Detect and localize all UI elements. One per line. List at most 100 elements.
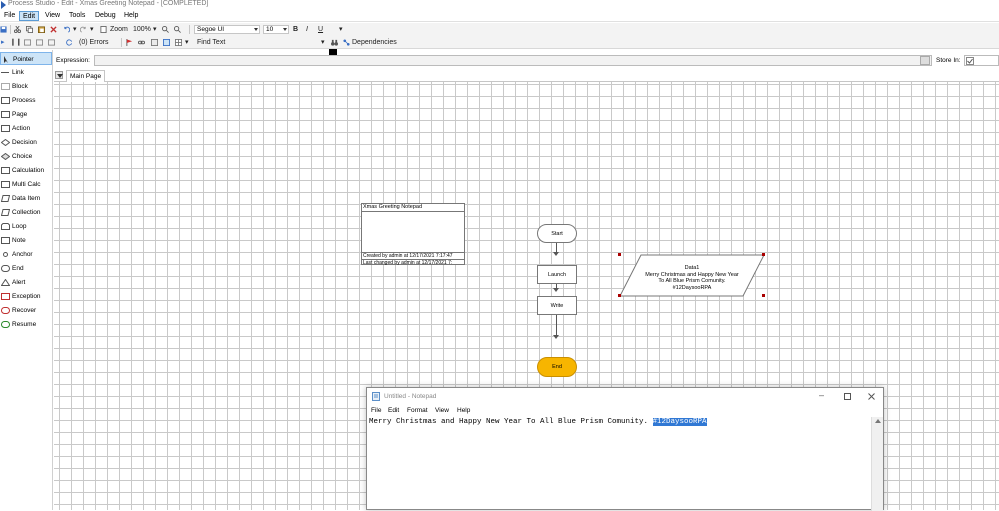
- maximize-icon[interactable]: [844, 393, 851, 400]
- loop-icon: [1, 223, 10, 230]
- toolbox-data-item[interactable]: Data Item: [0, 192, 52, 205]
- font-color-dropdown-icon[interactable]: ▾: [339, 25, 343, 34]
- data-item-icon: [1, 195, 10, 202]
- toolbox-end[interactable]: End: [0, 262, 52, 275]
- font-size-select[interactable]: 10: [263, 25, 289, 34]
- toolbox-calculation[interactable]: Calculation: [0, 164, 52, 177]
- toolbox-decision[interactable]: Decision: [0, 136, 52, 149]
- dependencies-button[interactable]: Dependencies: [352, 38, 397, 47]
- menu-tools[interactable]: Tools: [66, 11, 88, 21]
- underline-button[interactable]: U: [318, 25, 323, 34]
- selection-handle[interactable]: [618, 294, 621, 297]
- save-icon[interactable]: [0, 26, 7, 33]
- zoom-value[interactable]: 100%: [133, 25, 151, 34]
- chevron-down-icon: [254, 28, 258, 31]
- expression-bar: Expression: Store In:: [54, 54, 999, 68]
- refresh-icon[interactable]: [66, 39, 73, 46]
- flag-icon[interactable]: [126, 39, 133, 46]
- delete-icon[interactable]: [50, 26, 57, 33]
- toolbox-recover[interactable]: Recover: [0, 304, 52, 317]
- grid-dropdown-icon[interactable]: ▾: [185, 38, 189, 47]
- run-icon[interactable]: ▸: [1, 38, 5, 47]
- toolbox-block[interactable]: Block: [0, 80, 52, 93]
- snap-icon[interactable]: [163, 39, 170, 46]
- toolbox-multi-calc[interactable]: Multi Calc: [0, 178, 52, 191]
- toolbox-exception[interactable]: Exception: [0, 290, 52, 303]
- link-icon[interactable]: [138, 39, 145, 46]
- redo-dropdown-icon[interactable]: ▾: [90, 25, 94, 34]
- undo-dropdown-icon[interactable]: ▾: [73, 25, 77, 34]
- step-out-icon[interactable]: [48, 39, 55, 46]
- cut-icon[interactable]: [14, 26, 21, 33]
- pause-icon[interactable]: ❙❙: [10, 38, 22, 47]
- redo-icon[interactable]: [80, 26, 87, 33]
- page-icon[interactable]: [100, 26, 107, 33]
- notepad-menu-view[interactable]: View: [435, 407, 449, 414]
- zoom-dropdown-icon[interactable]: ▾: [153, 25, 157, 34]
- page-menu-button[interactable]: [55, 71, 63, 79]
- selection-handle[interactable]: [762, 253, 765, 256]
- italic-button[interactable]: I: [306, 25, 308, 34]
- process-info-box[interactable]: Xmas Greeting Notepad Created by admin a…: [361, 203, 465, 266]
- validate-icon[interactable]: [151, 39, 158, 46]
- selection-handle[interactable]: [762, 294, 765, 297]
- notepad-menu-file[interactable]: File: [371, 407, 381, 414]
- notepad-menu-edit[interactable]: Edit: [388, 407, 399, 414]
- selection-handle[interactable]: [618, 253, 621, 256]
- notepad-menu-help[interactable]: Help: [457, 407, 470, 414]
- start-stage[interactable]: Start: [537, 224, 577, 243]
- toolbox-loop[interactable]: Loop: [0, 220, 52, 233]
- store-in-input[interactable]: [964, 55, 999, 66]
- exception-icon: [1, 293, 10, 300]
- launch-action-stage[interactable]: Launch: [537, 265, 577, 284]
- notepad-scrollbar[interactable]: [871, 417, 883, 511]
- scroll-up-icon[interactable]: [875, 419, 881, 423]
- notepad-menu-format[interactable]: Format: [407, 407, 428, 414]
- toolbox-note[interactable]: Note: [0, 234, 52, 247]
- notepad-title-bar[interactable]: Untitled - Notepad –: [367, 388, 883, 405]
- process-icon: [1, 97, 10, 104]
- bold-button[interactable]: B: [293, 25, 298, 34]
- notepad-menu-bar: File Edit Format View Help: [367, 405, 883, 417]
- menu-bar: File Edit View Tools Debug Help: [0, 10, 999, 22]
- minimize-icon[interactable]: –: [819, 390, 824, 400]
- notepad-window[interactable]: Untitled - Notepad – File Edit Format Vi…: [366, 387, 884, 511]
- zoom-out-icon[interactable]: [174, 26, 181, 33]
- find-text-label[interactable]: Find Text: [197, 38, 225, 47]
- font-family-select[interactable]: Segoe UI: [194, 25, 260, 34]
- paste-icon[interactable]: [38, 26, 45, 33]
- expression-input[interactable]: [94, 55, 932, 66]
- zoom-in-icon[interactable]: [162, 26, 169, 33]
- menu-debug[interactable]: Debug: [92, 11, 119, 21]
- notepad-text-area[interactable]: Merry Christmas and Happy New Year To Al…: [367, 417, 872, 511]
- toolbox-page[interactable]: Page: [0, 108, 52, 121]
- menu-file[interactable]: File: [1, 11, 18, 21]
- toolbox-resume[interactable]: Resume: [0, 318, 52, 331]
- errors-button[interactable]: (0) Errors: [79, 38, 109, 47]
- end-stage[interactable]: End: [537, 357, 577, 377]
- toolbox-anchor[interactable]: Anchor: [0, 248, 52, 261]
- tab-main-page[interactable]: Main Page: [66, 70, 106, 82]
- toolbox-pointer[interactable]: Pointer: [0, 52, 52, 65]
- notepad-text: Merry Christmas and Happy New Year To Al…: [369, 418, 653, 426]
- toolbox-alert[interactable]: Alert: [0, 276, 52, 289]
- step-icon[interactable]: [24, 39, 31, 46]
- menu-edit[interactable]: Edit: [19, 11, 40, 21]
- expression-builder-button[interactable]: [920, 56, 930, 65]
- toolbox-collection[interactable]: Collection: [0, 206, 52, 219]
- write-action-stage[interactable]: Write: [537, 296, 577, 315]
- menu-help[interactable]: Help: [121, 11, 141, 21]
- toolbox-action[interactable]: Action: [0, 122, 52, 135]
- toolbox-choice[interactable]: Choice: [0, 150, 52, 163]
- binoculars-icon[interactable]: [331, 39, 338, 46]
- menu-view[interactable]: View: [42, 11, 63, 21]
- undo-icon[interactable]: [63, 26, 70, 33]
- grid-icon[interactable]: [175, 39, 182, 46]
- toolbox-process[interactable]: Process: [0, 94, 52, 107]
- step-over-icon[interactable]: [36, 39, 43, 46]
- find-dropdown-icon[interactable]: ▾: [321, 38, 325, 47]
- copy-icon[interactable]: [26, 26, 33, 33]
- toolbar-separator: [121, 38, 122, 47]
- close-icon[interactable]: [868, 393, 875, 400]
- toolbox-link[interactable]: Link: [0, 66, 52, 79]
